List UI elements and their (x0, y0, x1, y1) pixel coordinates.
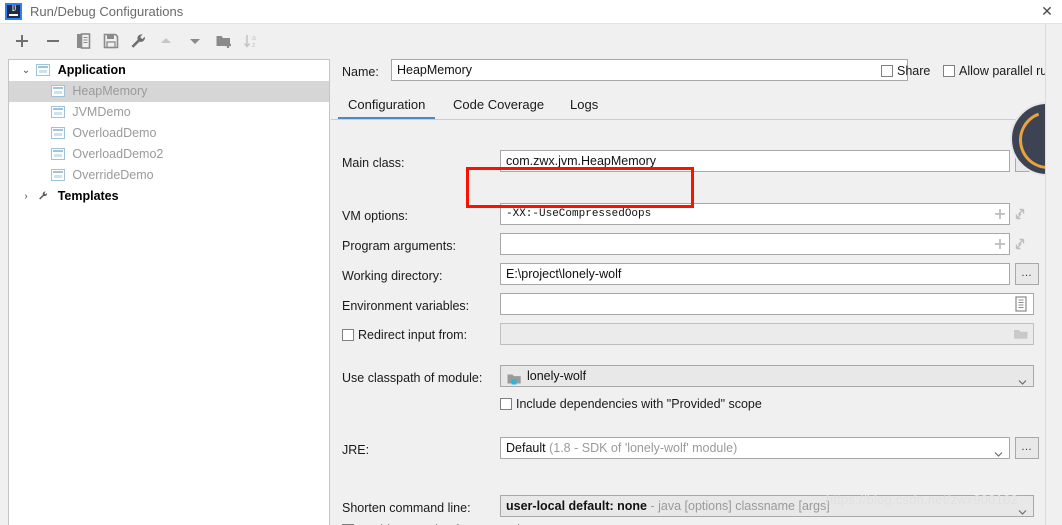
tab-logs[interactable]: Logs (570, 92, 598, 120)
classpath-module-combo[interactable]: lonely-wolf (500, 365, 1034, 387)
tree-node-application[interactable]: ⌄ Application (9, 60, 329, 81)
tree-node-overloaddemo2[interactable]: OverloadDemo2 (9, 144, 329, 165)
vm-options-macro-plus-icon[interactable] (990, 203, 1010, 225)
svg-text:z: z (252, 42, 256, 49)
remove-configuration-button[interactable] (42, 30, 64, 52)
jre-combo[interactable]: Default (1.8 - SDK of 'lonely-wolf' modu… (500, 437, 1010, 459)
working-directory-browse-button[interactable]: … (1015, 263, 1039, 285)
jre-value: Default (506, 441, 546, 455)
svg-text:a: a (252, 35, 256, 42)
move-into-folder-button[interactable] (213, 30, 235, 52)
configurations-toolbar: a z (0, 24, 330, 58)
checkbox-box[interactable] (881, 65, 893, 77)
run-config-icon (51, 85, 65, 97)
vm-options-field-buttons (990, 203, 1032, 225)
window-title: Run/Debug Configurations (30, 4, 183, 19)
include-provided-scope-checkbox[interactable]: Include dependencies with "Provided" sco… (500, 397, 762, 411)
tree-node-overloaddemo[interactable]: OverloadDemo (9, 123, 329, 144)
program-arguments-expand-icon[interactable] (1010, 233, 1030, 255)
tabs-divider (331, 119, 1062, 120)
move-up-button[interactable] (155, 30, 177, 52)
shorten-command-line-value: user-local default: none (506, 499, 647, 513)
name-input[interactable] (391, 59, 908, 81)
chevron-down-icon[interactable] (1018, 373, 1027, 382)
program-arguments-macro-plus-icon[interactable] (990, 233, 1010, 255)
jre-hint: (1.8 - SDK of 'lonely-wolf' module) (549, 441, 737, 455)
tree-node-label: OverloadDemo (72, 126, 156, 140)
run-config-icon (51, 106, 65, 118)
title-bar: IJ Run/Debug Configurations ✕ (0, 0, 1062, 24)
allow-parallel-run-label: Allow parallel run (959, 64, 1054, 78)
working-directory-input[interactable]: E:\project\lonely-wolf (500, 263, 1010, 285)
name-label: Name: (342, 65, 379, 79)
classpath-module-value: lonely-wolf (527, 369, 586, 383)
tree-node-overridedemo[interactable]: OverrideDemo (9, 165, 329, 186)
tree-node-label: Templates (58, 189, 119, 203)
classpath-module-label: Use classpath of module: (342, 371, 482, 385)
program-arguments-field-buttons (990, 233, 1032, 255)
share-label: Share (897, 64, 930, 78)
working-directory-label: Working directory: (342, 269, 443, 283)
wrench-icon (36, 188, 50, 201)
chevron-down-icon[interactable] (1018, 503, 1027, 512)
shorten-command-line-label: Shorten command line: (342, 501, 471, 515)
right-edge-strip (1045, 24, 1062, 525)
checkbox-box[interactable] (943, 65, 955, 77)
main-class-input[interactable]: com.zwx.jvm.HeapMemory (500, 150, 1010, 172)
copy-configuration-button[interactable] (72, 30, 94, 52)
jre-browse-button[interactable]: … (1015, 437, 1039, 459)
checkbox-box[interactable] (500, 398, 512, 410)
redirect-input-label: Redirect input from: (358, 328, 467, 342)
tab-code-coverage[interactable]: Code Coverage (453, 92, 544, 120)
redirect-input-path-input[interactable] (500, 323, 1034, 345)
sort-configurations-button[interactable]: a z (240, 30, 262, 52)
configuration-form: Main class: com.zwx.jvm.HeapMemory … VM … (331, 121, 1062, 525)
run-config-icon (51, 148, 65, 160)
program-arguments-input[interactable] (500, 233, 1010, 255)
intellij-idea-logo-icon: IJ (5, 3, 22, 20)
environment-variables-label: Environment variables: (342, 299, 469, 313)
configurations-tree[interactable]: ⌄ Application HeapMemory JVMDemo Overloa… (8, 59, 330, 525)
edit-templates-button[interactable] (127, 30, 149, 52)
allow-parallel-run-checkbox[interactable]: Allow parallel run (943, 64, 1054, 78)
tree-node-label: OverloadDemo2 (72, 147, 163, 161)
environment-variables-input[interactable] (500, 293, 1034, 315)
chevron-down-icon[interactable] (994, 445, 1003, 454)
redirect-input-checkbox[interactable]: Redirect input from: (342, 328, 467, 342)
application-icon (36, 64, 50, 76)
shorten-command-line-hint: - java [options] classname [args] (650, 499, 829, 513)
tree-node-label: JVMDemo (72, 105, 130, 119)
tree-node-templates[interactable]: › Templates (9, 186, 329, 207)
close-icon[interactable]: ✕ (1038, 2, 1056, 20)
save-configuration-button[interactable] (100, 30, 122, 52)
chevron-right-icon[interactable]: › (19, 186, 33, 207)
program-arguments-label: Program arguments: (342, 239, 456, 253)
jre-label: JRE: (342, 443, 369, 457)
tree-node-heapmemory[interactable]: HeapMemory (9, 81, 329, 102)
editor-tabs: Configuration Code Coverage Logs (331, 92, 1062, 122)
vm-options-input[interactable]: -XX:-UseCompressedOops (500, 203, 1010, 225)
run-config-icon (51, 127, 65, 139)
share-checkbox[interactable]: Share (881, 64, 930, 78)
vm-options-label: VM options: (342, 209, 408, 223)
environment-variables-edit-icon[interactable] (1012, 296, 1030, 312)
main-class-label: Main class: (342, 156, 405, 170)
tree-node-label: Application (58, 63, 126, 77)
checkbox-box[interactable] (342, 329, 354, 341)
tab-configuration[interactable]: Configuration (348, 92, 425, 120)
configuration-editor-panel: Name: Share Allow parallel run Configura… (331, 24, 1062, 525)
tree-node-label: HeapMemory (72, 84, 147, 98)
run-config-icon (51, 169, 65, 181)
chevron-down-icon[interactable]: ⌄ (19, 60, 33, 81)
vm-options-expand-icon[interactable] (1010, 203, 1030, 225)
move-down-button[interactable] (184, 30, 206, 52)
module-icon (507, 371, 521, 383)
tree-node-jvmdemo[interactable]: JVMDemo (9, 102, 329, 123)
include-provided-scope-label: Include dependencies with "Provided" sco… (516, 397, 762, 411)
run-debug-configurations-dialog: IJ Run/Debug Configurations ✕ (0, 0, 1062, 525)
redirect-input-folder-icon[interactable] (1012, 327, 1030, 341)
tree-node-label: OverrideDemo (72, 168, 153, 182)
watermark-text: https://blog.csdn.net/zwx900102 (826, 492, 1018, 507)
add-configuration-button[interactable] (11, 30, 33, 52)
